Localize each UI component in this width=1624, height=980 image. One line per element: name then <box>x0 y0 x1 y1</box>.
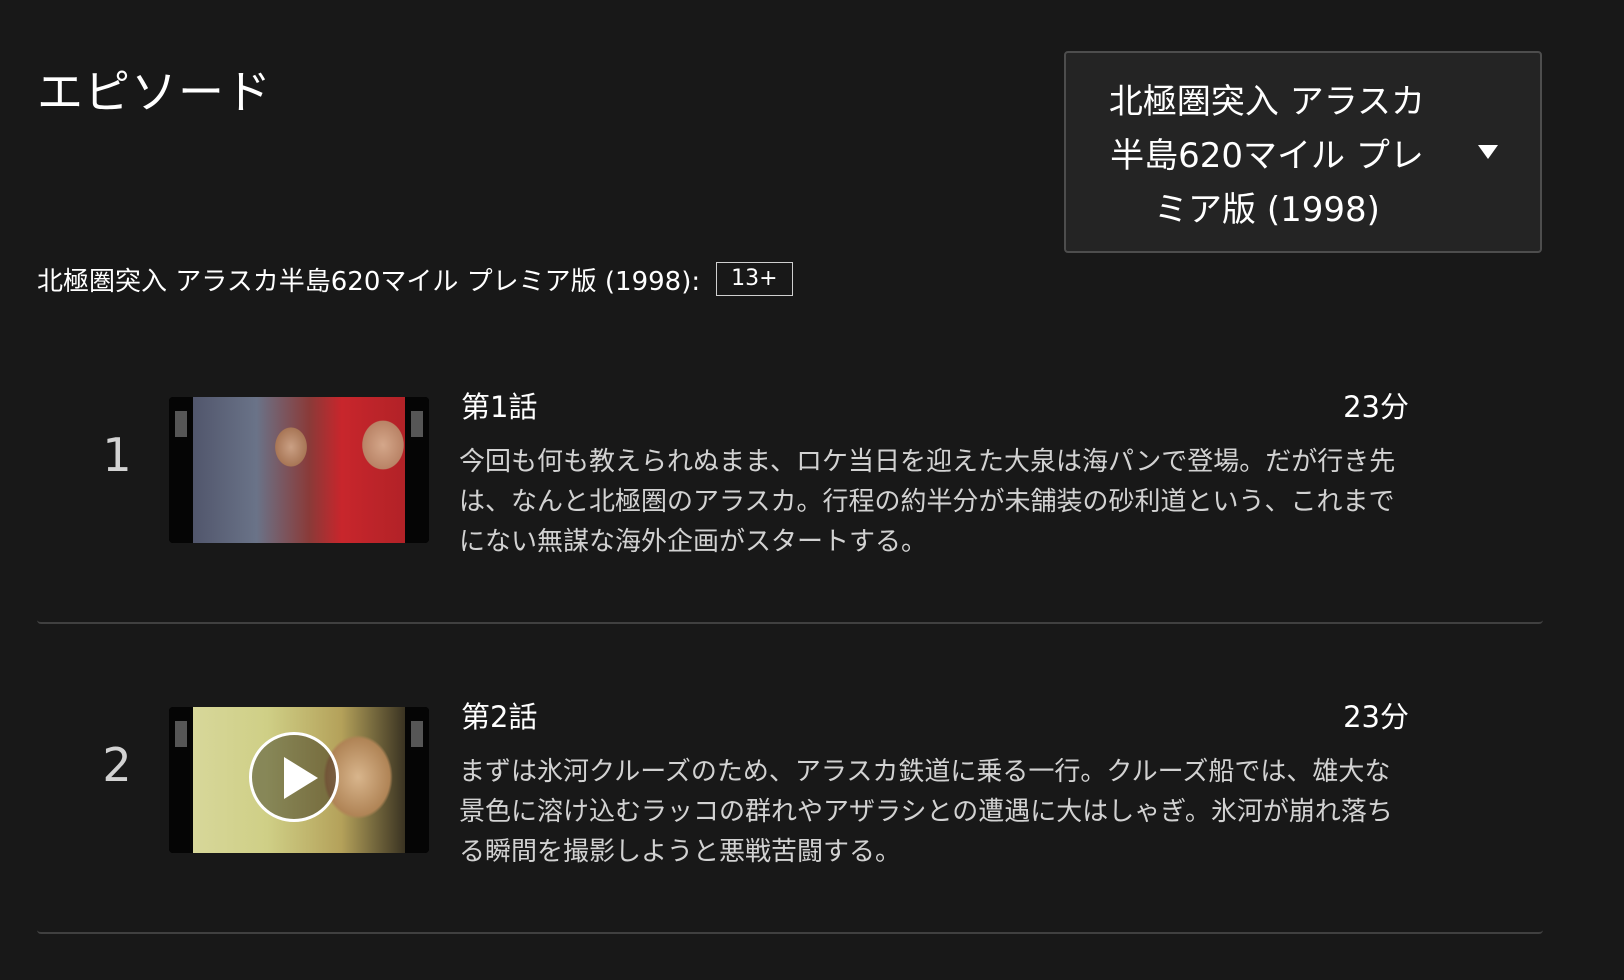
show-title: 北極圏突入 アラスカ半島620マイル プレミア版 (1998): <box>37 266 701 297</box>
thumbnail-image <box>193 397 405 543</box>
episodes-page: エピソード 北極圏突入 アラスカ半島620マイル プレミア版 (1998) 北極… <box>0 0 1624 980</box>
caret-down-icon <box>1478 145 1498 159</box>
episode-title: 第1話 <box>461 390 538 424</box>
thumbnail-border-strip <box>405 707 429 853</box>
season-selector-dropdown[interactable]: 北極圏突入 アラスカ半島620マイル プレミア版 (1998) <box>1064 51 1542 253</box>
play-button[interactable] <box>249 732 339 822</box>
episode-thumbnail[interactable] <box>169 397 429 543</box>
episode-description: 今回も何も教えられぬまま、ロケ当日を迎えた大泉は海パンで登場。だが行き先は、なん… <box>459 447 1396 557</box>
episode-duration: 23分 <box>1343 390 1409 424</box>
play-icon <box>284 757 318 799</box>
show-info: 北極圏突入 アラスカ半島620マイル プレミア版 (1998): 13+ <box>37 258 793 300</box>
episode-item[interactable]: 2 第2話 23分 まずは氷河クルーズのため、アラスカ鉄道に乗る一行。クルーズ船… <box>37 622 1543 934</box>
episode-title: 第2話 <box>461 700 538 734</box>
thumbnail-border-strip <box>169 397 193 543</box>
thumbnail-border-strip <box>405 397 429 543</box>
episode-description: まずは氷河クルーズのため、アラスカ鉄道に乗る一行。クルーズ船では、雄大な景色に溶… <box>459 757 1393 867</box>
section-heading: エピソード <box>37 65 272 119</box>
episode-thumbnail[interactable] <box>169 707 429 853</box>
season-selector-label: 北極圏突入 アラスカ半島620マイル プレミア版 (1998) <box>1108 82 1426 230</box>
maturity-rating-badge: 13+ <box>716 262 793 296</box>
episode-duration: 23分 <box>1343 700 1409 734</box>
thumbnail-border-strip <box>169 707 193 853</box>
episode-item[interactable]: 1 第1話 23分 今回も何も教えられぬまま、ロケ当日を迎えた大泉は海パンで登場… <box>37 312 1543 624</box>
